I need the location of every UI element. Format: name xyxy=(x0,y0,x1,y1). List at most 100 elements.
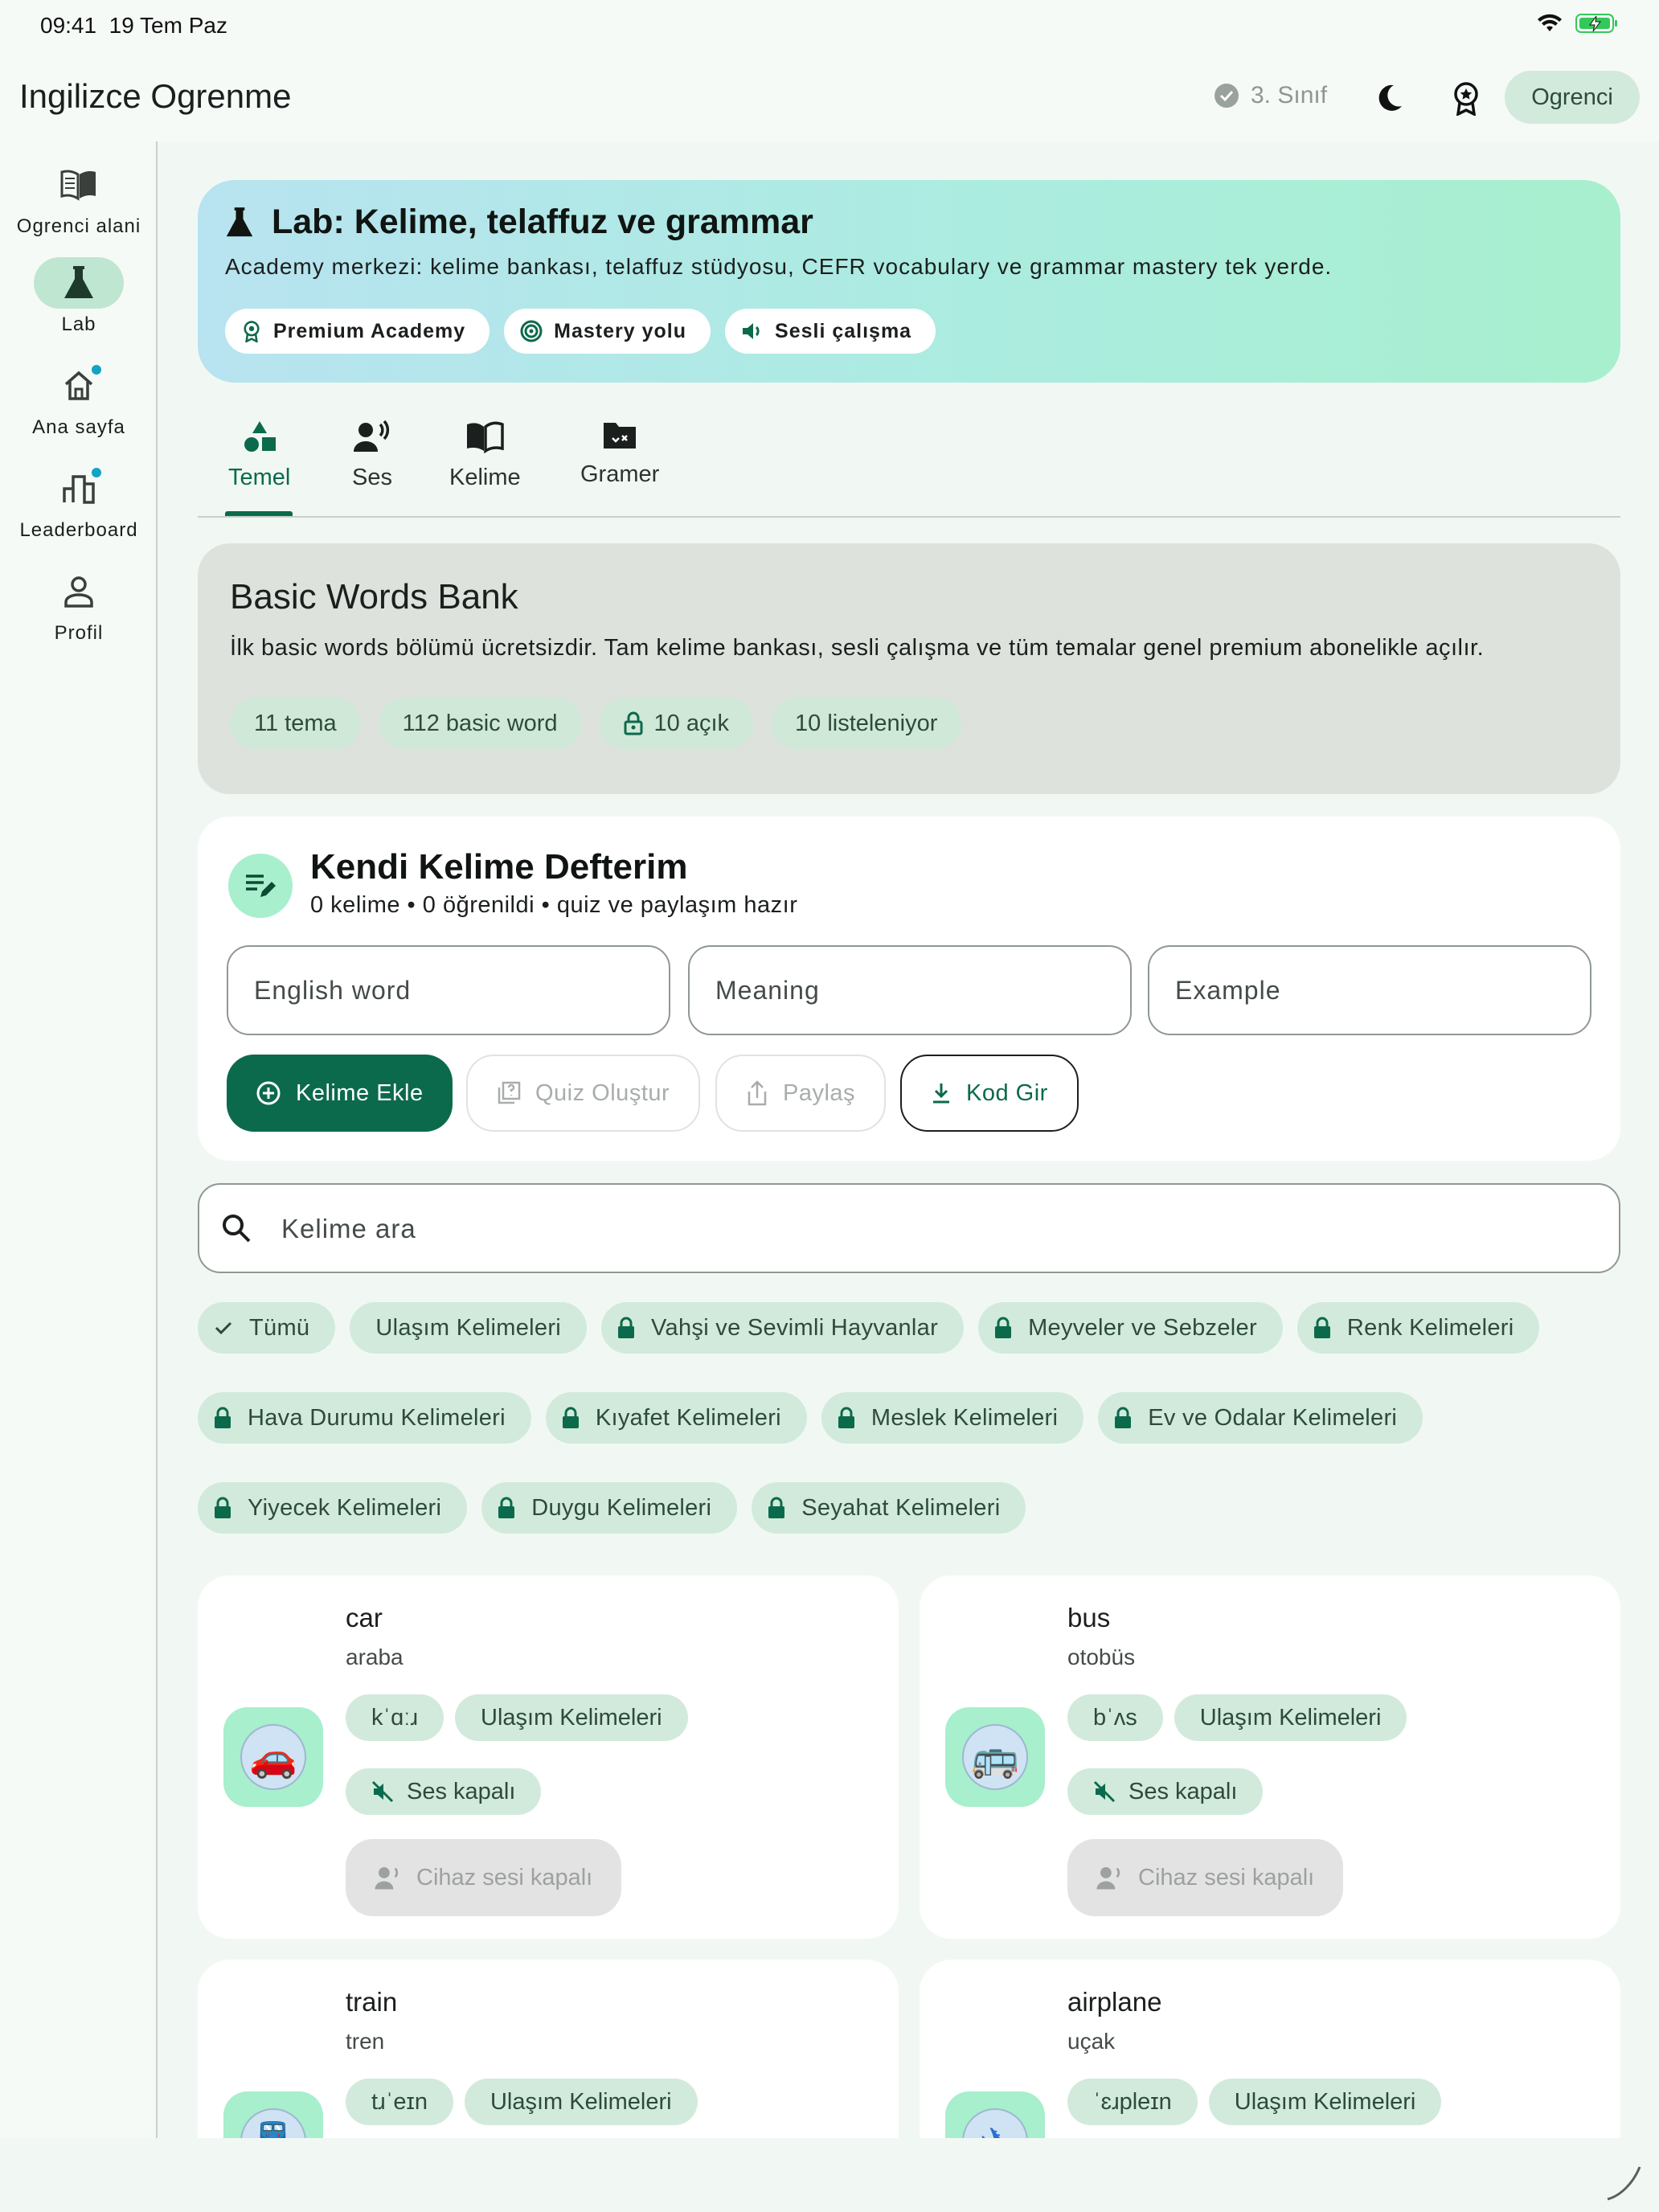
filter-chip-locked[interactable]: Kıyafet Kelimeleri xyxy=(545,1392,807,1444)
filter-label: Seyahat Kelimeleri xyxy=(801,1494,1001,1521)
car-icon: 🚗 xyxy=(240,1724,306,1790)
rail-item-profil[interactable]: Profil xyxy=(0,566,158,645)
hero-subtitle: Academy merkezi: kelime bankası, telaffu… xyxy=(225,254,1333,279)
filter-chip[interactable]: Ulaşım Kelimeleri xyxy=(350,1302,588,1354)
lab-tabs: Temel Ses Kelime Gramer xyxy=(198,412,1620,518)
filter-chip-locked[interactable]: Meyveler ve Sebzeler xyxy=(978,1302,1283,1354)
rail-item-ana-sayfa[interactable]: Ana sayfa xyxy=(0,360,158,439)
search-icon xyxy=(223,1215,251,1243)
target-icon xyxy=(520,320,543,342)
word-card[interactable]: ✈ airplane uçak ˈɛɹpleɪn Ulaşım Kelimele… xyxy=(920,1960,1620,2138)
notification-dot xyxy=(92,365,101,375)
button-label: Kelime Ekle xyxy=(296,1079,424,1106)
word-card[interactable]: 🚆 train tren tɹˈeɪn Ulaşım Kelimeleri xyxy=(198,1960,899,2138)
dark-mode-button[interactable] xyxy=(1366,76,1411,121)
english-word-field[interactable] xyxy=(227,945,670,1035)
filter-chip-locked[interactable]: Renk Kelimeleri xyxy=(1296,1302,1540,1354)
filter-chip-locked[interactable]: Ev ve Odalar Kelimeleri xyxy=(1098,1392,1423,1444)
grade-indicator[interactable]: 3. Sınıf xyxy=(1214,82,1327,109)
device-sound-off-button[interactable]: Cihaz sesi kapalı xyxy=(1067,1839,1344,1916)
filter-chip-locked[interactable]: Meslek Kelimeleri xyxy=(821,1392,1084,1444)
word-meaning: tren xyxy=(346,2029,385,2054)
ipa-chip[interactable]: ˈɛɹpleɪn xyxy=(1067,2079,1198,2125)
word-card[interactable]: 🚌 bus otobüs bˈʌs Ulaşım Kelimeleri Ses … xyxy=(920,1575,1620,1939)
flask-icon xyxy=(226,207,253,236)
tab-label: Gramer xyxy=(580,461,660,487)
tab-temel[interactable]: Temel xyxy=(228,420,290,491)
status-icons xyxy=(1537,13,1619,34)
chip-label: Ses kapalı xyxy=(407,1778,516,1804)
category-chip[interactable]: Ulaşım Kelimeleri xyxy=(455,1694,688,1741)
status-time: 09:41 19 Tem Paz xyxy=(40,13,227,38)
basic-words-bank-card: Basic Words Bank İlk basic words bölümü … xyxy=(198,543,1620,794)
category-chip[interactable]: Ulaşım Kelimeleri xyxy=(1208,2079,1442,2125)
lock-icon xyxy=(1313,1317,1330,1338)
person-icon xyxy=(64,576,93,608)
speaking-person-icon xyxy=(1096,1867,1120,1890)
category-chip[interactable]: Ulaşım Kelimeleri xyxy=(1174,1694,1407,1741)
rail-icon-container xyxy=(34,159,124,211)
filter-chip-locked[interactable]: Seyahat Kelimeleri xyxy=(752,1482,1026,1534)
search-input[interactable] xyxy=(281,1201,1567,1257)
filter-chip-locked[interactable]: Yiyecek Kelimeleri xyxy=(198,1482,468,1534)
word-image: 🚆 xyxy=(223,2091,323,2138)
resize-handle-icon[interactable] xyxy=(1604,2164,1641,2201)
lab-hero-banner: Lab: Kelime, telaffuz ve grammar Academy… xyxy=(198,180,1620,383)
tab-label: Ses xyxy=(352,465,392,490)
enter-code-button[interactable]: Kod Gir xyxy=(900,1055,1079,1132)
meaning-field[interactable] xyxy=(688,945,1132,1035)
hero-pills: Premium Academy Mastery yolu Sesli çalış… xyxy=(225,309,936,354)
sound-off-chip[interactable]: Ses kapalı xyxy=(1067,1768,1264,1815)
rail-item-ogrenci-alani[interactable]: Ogrenci alani xyxy=(0,159,158,238)
add-word-button[interactable]: Kelime Ekle xyxy=(227,1055,453,1132)
filter-chip-locked[interactable]: Duygu Kelimeleri xyxy=(481,1482,738,1534)
main-content[interactable]: Lab: Kelime, telaffuz ve grammar Academy… xyxy=(198,141,1620,2138)
moon-icon xyxy=(1378,84,1402,111)
filter-label: Meslek Kelimeleri xyxy=(870,1404,1059,1431)
category-chip[interactable]: Ulaşım Kelimeleri xyxy=(464,2079,698,2125)
hero-title: Lab: Kelime, telaffuz ve grammar xyxy=(225,203,813,242)
role-chip[interactable]: Ogrenci xyxy=(1505,71,1640,124)
battery-icon xyxy=(1575,14,1617,33)
word-notebook-card: Kendi Kelime Defterim 0 kelime • 0 öğren… xyxy=(198,817,1620,1161)
create-quiz-button[interactable]: Quiz Oluştur xyxy=(466,1055,701,1132)
tab-gramer[interactable]: Gramer xyxy=(580,420,659,488)
leaderboard-icon xyxy=(63,475,95,504)
rail-icon-container xyxy=(34,257,124,309)
badge-button[interactable] xyxy=(1444,76,1489,121)
word-tags: ˈɛɹpleɪn Ulaşım Kelimeleri xyxy=(1067,2079,1442,2125)
grade-label: 3. Sınıf xyxy=(1251,82,1328,109)
premium-academy-pill[interactable]: Premium Academy xyxy=(225,309,490,354)
sound-status: Ses kapalı xyxy=(346,1768,542,1815)
sesli-calisma-pill[interactable]: Sesli çalışma xyxy=(725,309,936,354)
ipa-chip[interactable]: kˈɑːɹ xyxy=(346,1694,444,1741)
bus-icon: 🚌 xyxy=(962,1724,1028,1790)
notebook-subtitle: 0 kelime • 0 öğrenildi • quiz ve paylaşı… xyxy=(310,892,798,918)
download-icon xyxy=(933,1083,949,1104)
rail-item-leaderboard[interactable]: Leaderboard xyxy=(0,463,158,542)
ipa-chip[interactable]: tɹˈeɪn xyxy=(346,2079,453,2125)
tab-label: Temel xyxy=(228,465,291,490)
word-card[interactable]: 🚗 car araba kˈɑːɹ Ulaşım Kelimeleri Ses … xyxy=(198,1575,899,1939)
share-button[interactable]: Paylaş xyxy=(715,1055,887,1132)
word-search-bar[interactable] xyxy=(198,1183,1620,1273)
tab-kelime[interactable]: Kelime xyxy=(449,420,521,491)
filter-chip-all[interactable]: Tümü xyxy=(198,1302,336,1354)
example-field[interactable] xyxy=(1148,945,1591,1035)
open-book-icon xyxy=(467,421,505,453)
ipa-chip[interactable]: bˈʌs xyxy=(1067,1694,1163,1741)
rail-item-lab[interactable]: Lab xyxy=(0,257,158,336)
filter-label: Tümü xyxy=(249,1314,310,1341)
airplane-icon: ✈ xyxy=(962,2108,1028,2138)
button-label: Cihaz sesi kapalı xyxy=(416,1864,593,1890)
bank-subtitle: İlk basic words bölümü ücretsizdir. Tam … xyxy=(230,635,1485,661)
sound-off-chip[interactable]: Ses kapalı xyxy=(346,1768,542,1815)
filter-chip-locked[interactable]: Vahşi ve Sevimli Hayvanlar xyxy=(601,1302,965,1354)
book-icon xyxy=(60,170,96,201)
device-sound-off-button[interactable]: Cihaz sesi kapalı xyxy=(346,1839,622,1916)
mastery-yolu-pill[interactable]: Mastery yolu xyxy=(504,309,711,354)
lock-icon xyxy=(498,1497,515,1518)
rail-label: Lab xyxy=(61,313,96,335)
tab-ses[interactable]: Ses xyxy=(352,420,392,491)
filter-chip-locked[interactable]: Hava Durumu Kelimeleri xyxy=(198,1392,531,1444)
